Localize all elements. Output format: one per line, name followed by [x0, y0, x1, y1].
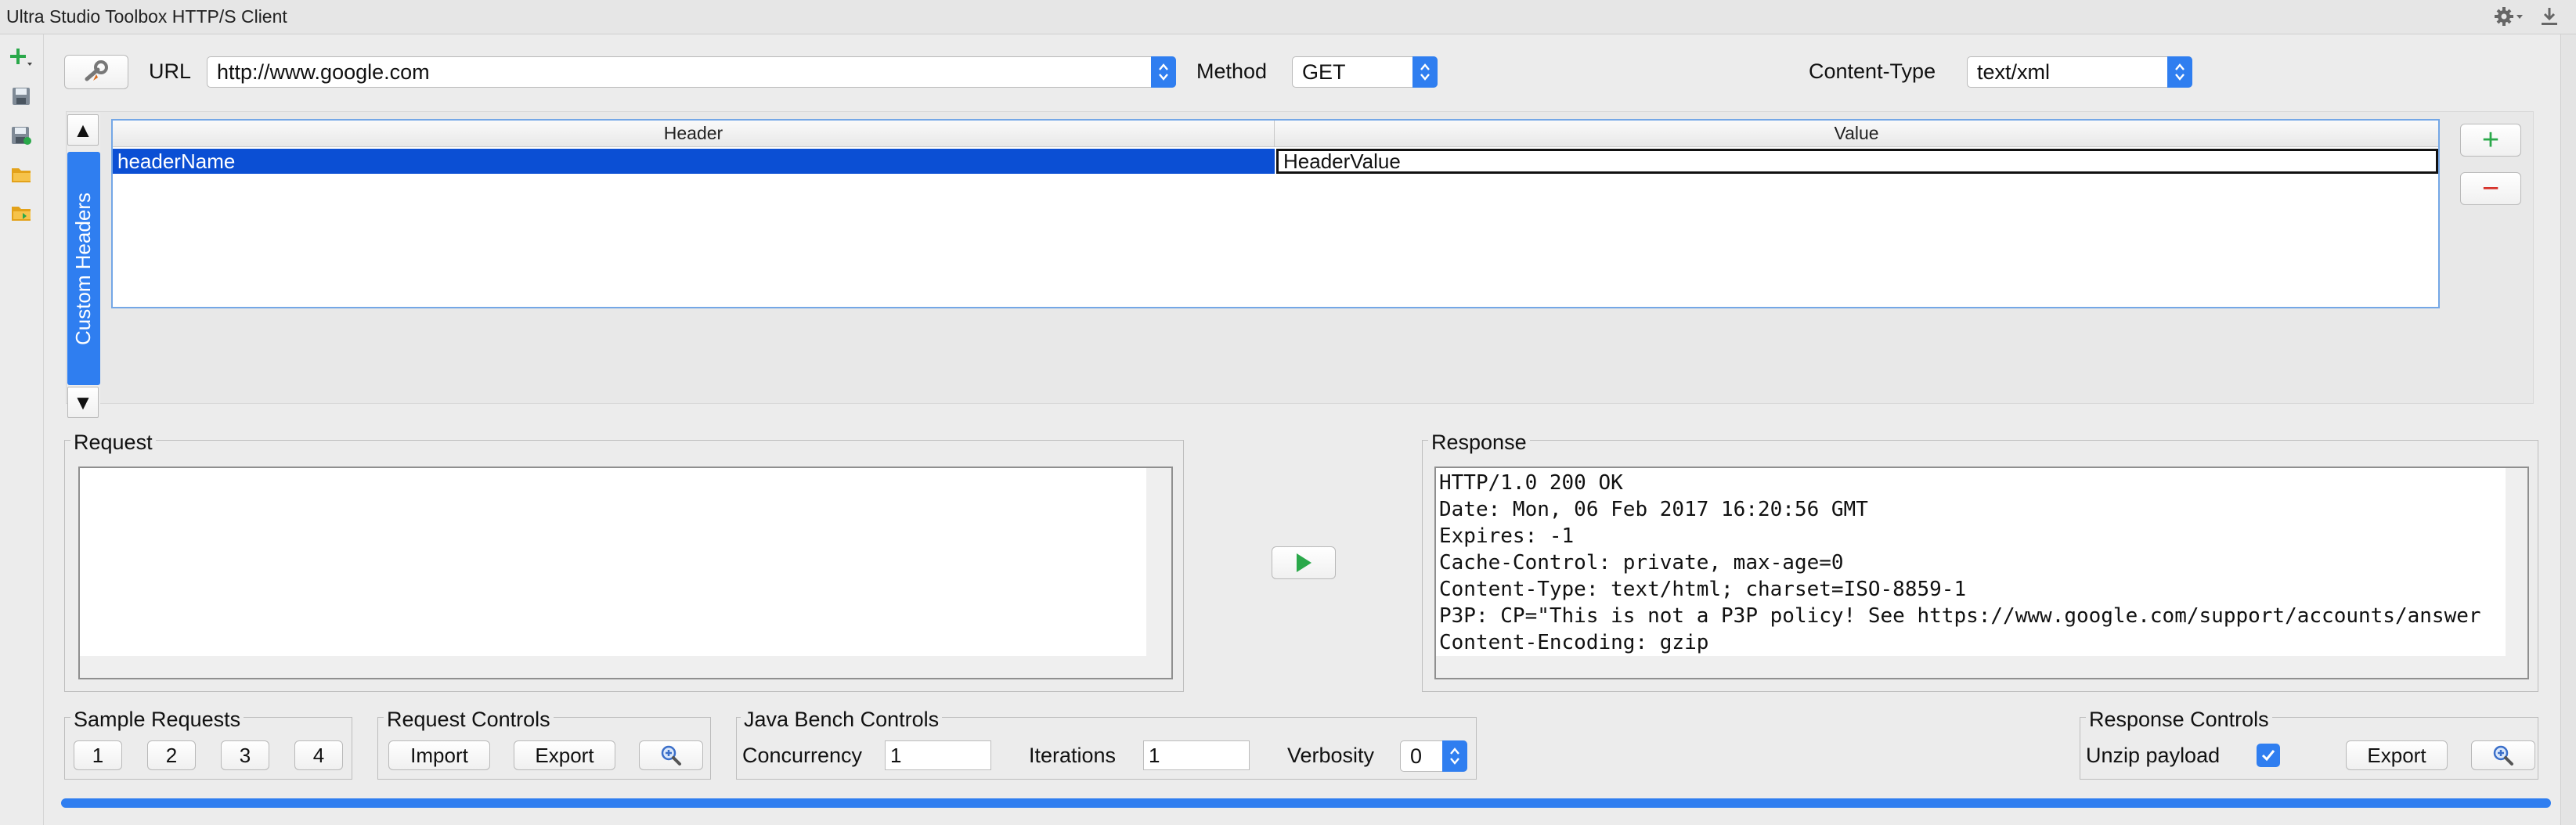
- scroll-down-icon: ▼: [73, 390, 93, 414]
- request-horizontal-scrollbar[interactable]: [80, 656, 1171, 678]
- response-line: Cache-Control: private, max-age=0: [1439, 551, 1844, 575]
- new-icon[interactable]: [9, 45, 34, 69]
- url-dropdown-arrow[interactable]: [1151, 56, 1176, 88]
- content-type-dropdown-arrow[interactable]: [2167, 56, 2192, 88]
- response-line: HTTP/1.0 200 OK: [1439, 471, 1623, 495]
- response-line: P3P: CP="This is not a P3P policy! See h…: [1439, 604, 2481, 628]
- method-select[interactable]: GET: [1292, 56, 1438, 88]
- minimize-icon[interactable]: [2538, 5, 2560, 28]
- method-dropdown-arrow[interactable]: [1412, 56, 1438, 88]
- headers-table[interactable]: Header Value headerName HeaderValue: [111, 119, 2440, 308]
- add-header-button[interactable]: +: [2460, 124, 2521, 157]
- import-folder-icon[interactable]: [9, 202, 34, 225]
- zoom-icon: [660, 744, 682, 766]
- content-type-label: Content-Type: [1809, 59, 1936, 83]
- right-edge-panel: [2560, 34, 2576, 825]
- header-name-cell[interactable]: headerName: [113, 149, 1275, 174]
- custom-headers-tab-label: Custom Headers: [71, 192, 96, 345]
- request-export-button[interactable]: Export: [514, 740, 615, 770]
- java-bench-controls-title: Java Bench Controls: [741, 708, 943, 732]
- response-lines: HTTP/1.0 200 OK Date: Mon, 06 Feb 2017 1…: [1439, 470, 2507, 656]
- response-controls-title: Response Controls: [2086, 708, 2272, 732]
- scroll-up-icon: ▲: [73, 117, 93, 142]
- request-body-textarea[interactable]: [78, 467, 1173, 679]
- response-line: Content-Type: text/html; charset=ISO-885…: [1439, 578, 1967, 601]
- verbosity-value: 0: [1410, 744, 1423, 768]
- response-title: Response: [1428, 431, 1530, 455]
- remove-header-button[interactable]: −: [2460, 172, 2521, 205]
- checkmark-icon: [2260, 747, 2277, 764]
- open-folder-icon[interactable]: [9, 163, 34, 186]
- concurrency-label: Concurrency: [742, 744, 863, 767]
- titlebar-icons: [2493, 5, 2560, 28]
- url-label: URL: [149, 59, 192, 83]
- iterations-input[interactable]: 1: [1143, 740, 1250, 770]
- response-zoom-button[interactable]: [2471, 740, 2535, 770]
- sample-requests-title: Sample Requests: [70, 708, 244, 732]
- verbosity-dropdown-arrow[interactable]: [1442, 740, 1467, 772]
- response-body-textarea[interactable]: HTTP/1.0 200 OK Date: Mon, 06 Feb 2017 1…: [1434, 467, 2529, 679]
- response-export-button[interactable]: Export: [2346, 740, 2448, 770]
- progress-bar: [61, 798, 2551, 808]
- sample-request-button-3[interactable]: 3: [221, 740, 269, 770]
- title-bar: Ultra Studio Toolbox HTTP/S Client: [0, 0, 2576, 34]
- gear-icon[interactable]: [2493, 5, 2524, 28]
- send-request-button[interactable]: [1272, 546, 1336, 579]
- concurrency-input[interactable]: 1: [885, 740, 991, 770]
- method-value: GET: [1302, 59, 1346, 84]
- left-toolbar: [0, 34, 44, 825]
- verbosity-select[interactable]: 0: [1400, 740, 1467, 772]
- response-horizontal-scrollbar[interactable]: [1436, 656, 2527, 678]
- zoom-icon: [2492, 744, 2514, 766]
- unzip-payload-checkbox[interactable]: [2257, 744, 2280, 767]
- column-header-value[interactable]: Value: [1275, 121, 2438, 147]
- sample-request-button-4[interactable]: 4: [294, 740, 343, 770]
- save-icon[interactable]: [9, 85, 34, 108]
- verbosity-label: Verbosity: [1287, 744, 1375, 767]
- scroll-down-button[interactable]: ▼: [67, 387, 99, 418]
- import-button[interactable]: Import: [388, 740, 490, 770]
- header-value-cell[interactable]: HeaderValue: [1276, 149, 2438, 174]
- request-controls-title: Request Controls: [384, 708, 554, 732]
- request-title: Request: [70, 431, 156, 455]
- response-line: Date: Mon, 06 Feb 2017 16:20:56 GMT: [1439, 498, 1868, 521]
- save-as-icon[interactable]: [9, 124, 34, 147]
- window-title: Ultra Studio Toolbox HTTP/S Client: [6, 6, 287, 27]
- response-line: Expires: -1: [1439, 524, 1575, 548]
- url-combobox[interactable]: http://www.google.com: [207, 56, 1176, 88]
- method-label: Method: [1196, 59, 1268, 83]
- play-icon: [1294, 552, 1313, 574]
- response-line: Content-Encoding: gzip: [1439, 631, 1709, 654]
- response-vertical-scrollbar[interactable]: [2506, 468, 2527, 678]
- request-vertical-scrollbar[interactable]: [1146, 468, 1171, 678]
- scroll-up-button[interactable]: ▲: [67, 114, 99, 146]
- sample-request-button-2[interactable]: 2: [147, 740, 196, 770]
- unzip-payload-label: Unzip payload: [2086, 744, 2221, 767]
- wrench-icon: [82, 60, 110, 84]
- sample-request-button-1[interactable]: 1: [74, 740, 122, 770]
- custom-headers-tab-label-wrap: Custom Headers: [67, 152, 100, 385]
- minus-icon: −: [2481, 171, 2500, 205]
- content-type-select[interactable]: text/xml: [1967, 56, 2192, 88]
- url-value: http://www.google.com: [217, 59, 430, 84]
- tools-button[interactable]: [64, 55, 128, 89]
- column-header-header[interactable]: Header: [113, 121, 1275, 147]
- content-type-value: text/xml: [1977, 59, 2051, 84]
- plus-icon: +: [2481, 123, 2500, 157]
- request-zoom-button[interactable]: [639, 740, 703, 770]
- iterations-label: Iterations: [1029, 744, 1117, 767]
